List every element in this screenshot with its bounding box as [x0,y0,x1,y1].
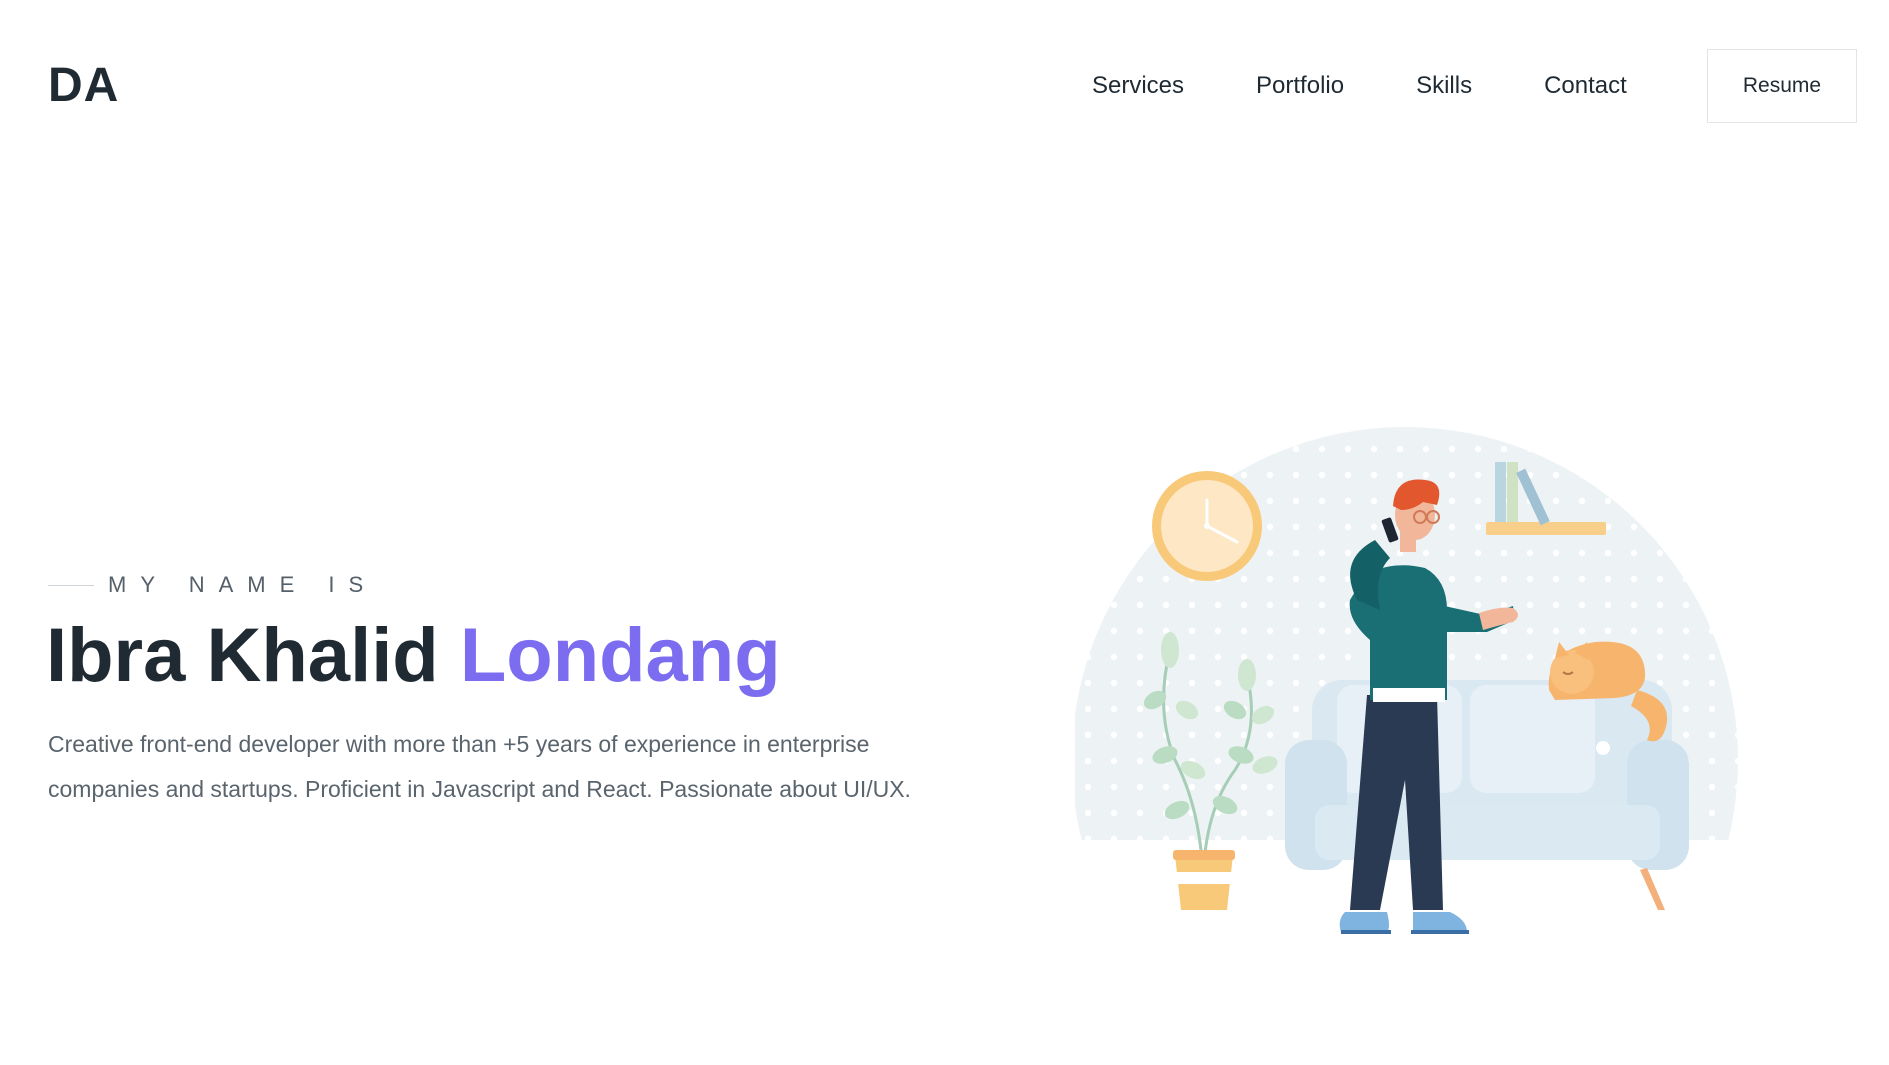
sofa-icon [1285,680,1689,910]
hero-name-first: Ibra Khalid [46,613,460,698]
nav-item-portfolio[interactable]: Portfolio [1256,72,1344,100]
clock-icon [1152,471,1262,581]
main-nav: Services Portfolio Skills Contact [1092,72,1627,100]
page: DA Services Portfolio Skills Contact Res… [0,0,1889,1065]
eyebrow-divider [48,584,94,586]
hero-name: Ibra Khalid Londang [46,610,781,702]
person-on-phone-with-cat-illustration [1075,427,1738,934]
logo[interactable]: DA [48,62,119,110]
nav-item-services[interactable]: Services [1092,72,1184,100]
eyebrow-text: MY NAME IS [108,572,378,597]
hero-illustration [1075,410,1755,955]
hero-description: Creative front-end developer with more t… [48,731,911,802]
nav-item-contact[interactable]: Contact [1544,72,1627,100]
resume-button[interactable]: Resume [1707,49,1857,123]
eyebrow: MY NAME IS [48,573,377,597]
hero-name-accent: Londang [459,613,781,698]
nav-item-skills[interactable]: Skills [1416,72,1472,100]
